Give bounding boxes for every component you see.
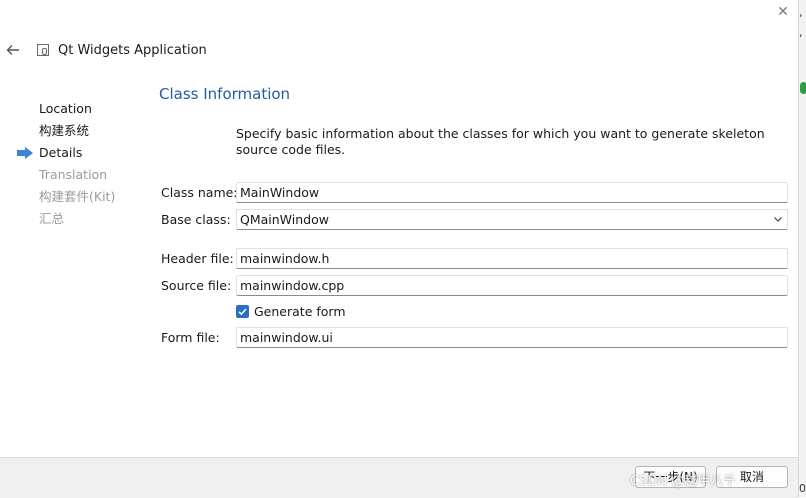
section-title: Class Information: [159, 85, 291, 103]
generate-form-checkbox[interactable]: [236, 305, 249, 318]
step-location: Location: [39, 101, 92, 116]
step-build-system: 构建系统: [39, 123, 90, 138]
form-file-input[interactable]: [236, 327, 788, 348]
background-window-edge: , , 0: [798, 0, 806, 497]
wizard-dialog: ✕ Qt Widgets Application Location 构建系统 D…: [0, 0, 798, 498]
chevron-down-icon: [774, 217, 782, 222]
step-details: Details: [39, 145, 83, 160]
cancel-button[interactable]: 取消: [716, 466, 788, 488]
source-file-input[interactable]: [236, 275, 788, 296]
source-file-label: Source file:: [161, 278, 232, 293]
close-icon[interactable]: ✕: [776, 5, 790, 19]
edge-char: ,: [799, 26, 803, 39]
app-icon: [37, 44, 49, 56]
next-button[interactable]: 下一步(N): [635, 466, 706, 488]
base-class-label: Base class:: [161, 212, 231, 227]
checkmark-icon: [238, 308, 247, 316]
edge-char: 0: [799, 482, 806, 495]
status-dot: [800, 82, 806, 94]
header-file-label: Header file:: [161, 251, 234, 266]
base-class-select[interactable]: QMainWindow: [236, 209, 788, 230]
page-description: Specify basic information about the clas…: [236, 126, 765, 157]
wizard-title: Qt Widgets Application: [58, 43, 207, 58]
wizard-steps: Location 构建系统 Details Translation 构建套件(K…: [39, 101, 115, 233]
base-class-value: QMainWindow: [240, 212, 329, 227]
class-name-label: Class name:: [161, 185, 238, 200]
header-file-input[interactable]: [236, 248, 788, 269]
back-icon[interactable]: [5, 42, 21, 58]
form-file-label: Form file:: [161, 330, 220, 345]
step-summary: 汇总: [39, 211, 65, 226]
step-translation: Translation: [39, 167, 108, 182]
edge-char: ,: [799, 6, 803, 19]
step-kits: 构建套件(Kit): [39, 189, 116, 204]
generate-form-label[interactable]: Generate form: [254, 304, 346, 319]
step-arrow-icon: [17, 147, 33, 159]
class-name-input[interactable]: [236, 182, 788, 203]
